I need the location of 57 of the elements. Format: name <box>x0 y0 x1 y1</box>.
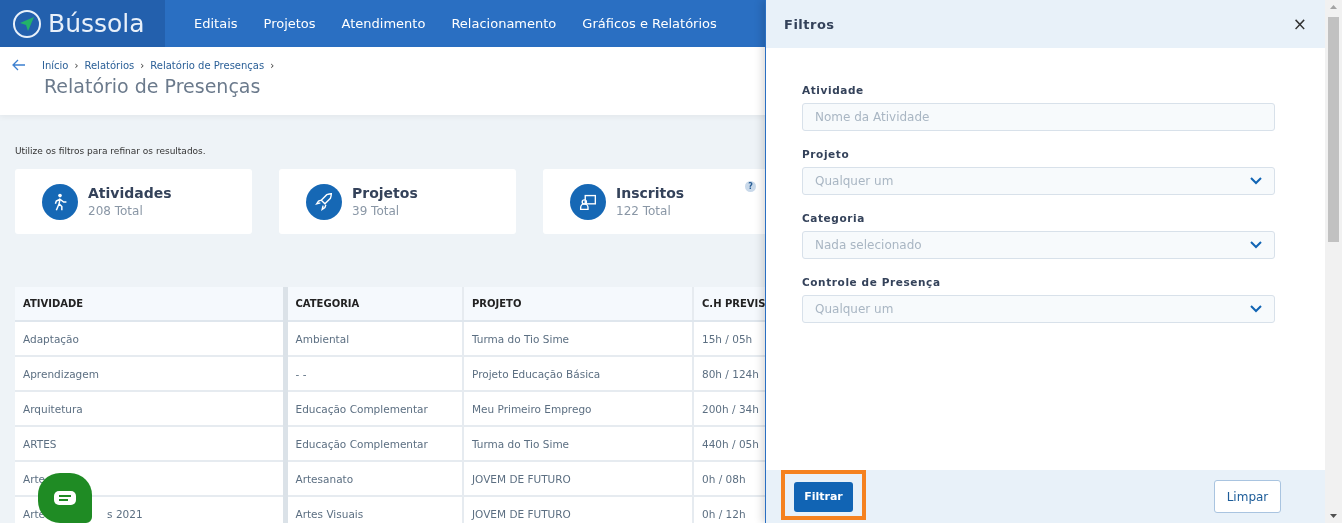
table-cell: Educação Complementar <box>295 402 428 415</box>
stat-total: 122 Total <box>616 204 672 218</box>
nav-link[interactable]: Gráficos e Relatórios <box>569 16 730 31</box>
table-cell: ARTES <box>23 437 57 450</box>
breadcrumb-link[interactable]: Relatórios <box>84 59 135 71</box>
nav-link[interactable]: Projetos <box>250 16 329 31</box>
table-cell: Arte <box>23 472 46 485</box>
breadcrumb-separator: › <box>140 59 145 71</box>
table-cell: 0h / 08h <box>702 472 746 485</box>
table-cell: Aprendizagem <box>23 367 99 380</box>
stat-title: Inscritos <box>616 185 685 201</box>
column-header: CATEGORIA <box>285 287 463 321</box>
column-header: ATIVIDADE <box>15 287 285 321</box>
nav-link[interactable]: Editais <box>181 16 251 31</box>
brand-name: Bússola <box>48 9 145 38</box>
table-cell: Ambiental <box>295 332 350 345</box>
table-cell: 440h / 05h <box>702 437 759 450</box>
clear-button[interactable]: Limpar <box>1214 480 1281 513</box>
breadcrumb-separator: › <box>74 59 79 71</box>
table-cell: JOVEM DE FUTURO <box>472 472 571 485</box>
filter-button[interactable]: Filtrar <box>794 481 853 512</box>
breadcrumb-separator: › <box>270 59 275 71</box>
table-cell: Educação Complementar <box>295 437 428 450</box>
hint-text: Utilize os filtros para refinar os resultados. <box>15 146 206 156</box>
table-cell: - - <box>295 367 307 380</box>
field-label: Projeto <box>802 148 851 160</box>
stat-title: Atividades <box>88 185 172 201</box>
table-cell: Turma do Tio Sime <box>472 332 570 345</box>
field-label: Categoria <box>802 212 866 224</box>
drawer-title: Filtros <box>784 16 835 32</box>
table-cell: Meu Primeiro Emprego <box>472 402 592 415</box>
table-cell: s 2021 <box>107 507 143 520</box>
table-cell: 80h / 124h <box>702 367 759 380</box>
field-label: Controle de Presença <box>802 276 942 288</box>
help-icon[interactable]: ? <box>745 181 756 192</box>
table-cell: Artes Visuais <box>295 507 364 520</box>
nav-link[interactable]: Relacionamento <box>438 16 570 31</box>
table-cell: 200h / 34h <box>702 402 759 415</box>
table-cell: Adaptação <box>23 332 79 345</box>
table-cell: Projeto Educação Básica <box>472 367 601 380</box>
close-button[interactable]: × <box>1292 14 1307 34</box>
stat-title: Projetos <box>352 185 418 201</box>
breadcrumb-link[interactable]: Relatório de Presenças <box>150 59 265 71</box>
table-cell: JOVEM DE FUTURO <box>472 507 571 520</box>
page-title: Relatório de Presenças <box>44 75 261 97</box>
stat-total: 208 Total <box>88 204 144 218</box>
table-cell: Arquitetura <box>23 402 83 415</box>
table-cell: Artesanato <box>295 472 354 485</box>
stat-total: 39 Total <box>352 204 401 218</box>
nav-link[interactable]: Atendimento <box>328 16 439 31</box>
breadcrumb-link[interactable]: Início <box>42 59 69 71</box>
table-cell: Turma do Tio Sime <box>472 437 570 450</box>
table-cell: 0h / 12h <box>702 507 746 520</box>
table-cell: 15h / 05h <box>702 332 753 345</box>
field-label: Atividade <box>802 84 865 96</box>
column-header: PROJETO <box>463 287 693 321</box>
input-field[interactable]: Nome da Atividade <box>802 103 1275 131</box>
